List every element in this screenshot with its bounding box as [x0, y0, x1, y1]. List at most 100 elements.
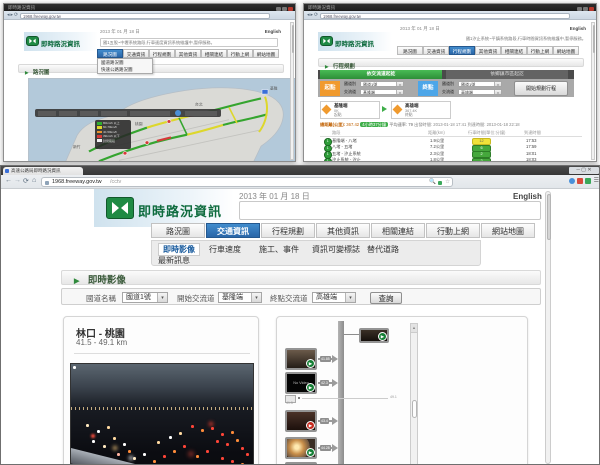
- scale-dot[interactable]: [298, 397, 300, 399]
- map-toolbar[interactable]: [35, 109, 221, 117]
- section-arrow-icon: ▶: [74, 278, 79, 285]
- back-forward-refresh-icons[interactable]: ◂▸⟳: [7, 12, 19, 18]
- english-link[interactable]: English: [570, 26, 586, 31]
- road-camera-thumb[interactable]: [359, 328, 389, 343]
- tab-trip-planning[interactable]: 行程規劃: [261, 223, 315, 238]
- tab-mobile[interactable]: 行動上網: [426, 223, 480, 238]
- waypoint-km: 0K: [334, 109, 339, 113]
- origin-road-select[interactable]: 國道1號▾: [360, 81, 404, 87]
- road-label: 國道名稱: [86, 293, 116, 304]
- address-bar[interactable]: 1968.freeway.gov.tw: [20, 13, 270, 19]
- search-icon[interactable]: 🔍: [429, 179, 436, 185]
- search-button[interactable]: 查詢: [370, 292, 402, 304]
- road-select[interactable]: 國道1號▾: [122, 292, 168, 303]
- page-content: 即時路況資訊 2013 年 01 月 18 日 English 國1汐止系統~平…: [304, 20, 596, 161]
- km-label: 44.28: [320, 445, 331, 451]
- menu-item[interactable]: 國道路況圖: [98, 59, 152, 66]
- tab-other-info[interactable]: 其他資訊: [316, 223, 370, 238]
- cctv-thumb[interactable]: [285, 437, 317, 459]
- translate-icon[interactable]: [438, 181, 442, 185]
- road-line: [338, 321, 344, 465]
- site-name: 即時路況資訊: [335, 38, 374, 48]
- home-icon[interactable]: ⌂: [32, 177, 36, 184]
- submenu-item-speed[interactable]: 行車速度: [209, 244, 241, 255]
- tab-traffic-info[interactable]: 交通資訊: [206, 223, 260, 238]
- plan-submit-button[interactable]: 開始規劃行程: [514, 81, 568, 96]
- refresh-icon[interactable]: ⟳: [23, 177, 29, 185]
- tab-links[interactable]: 相關連結: [371, 223, 425, 238]
- tab-sitemap[interactable]: 網站地圖: [553, 46, 579, 55]
- extension-icon[interactable]: [577, 178, 583, 184]
- tab-trip-planning[interactable]: 行程規劃: [149, 49, 175, 58]
- dest-ic-select[interactable]: 高雄端▾: [458, 89, 502, 95]
- tab-roadmap[interactable]: 路況圖: [97, 49, 123, 58]
- submenu-item-cms[interactable]: 資訊可變標誌: [312, 244, 360, 255]
- tab-traffic-info[interactable]: 交通資訊: [423, 46, 449, 55]
- tab-links[interactable]: 相關連結: [501, 46, 527, 55]
- dropdown-menu: 國道路況圖 快速公路路況圖: [97, 58, 153, 74]
- menu-item[interactable]: 快速公路路況圖: [98, 66, 152, 73]
- tab-mobile[interactable]: 行動上網: [527, 46, 553, 55]
- play-icon[interactable]: [378, 332, 387, 341]
- window-controls[interactable]: ─ ▢ ✕: [569, 167, 599, 174]
- site-logo-band: 即時路況資訊: [94, 189, 234, 227]
- end-ic-label: 終點交流道: [270, 293, 308, 304]
- cctv-image[interactable]: 1042 17:40:01 1S 41.850K 01-18-13: [70, 363, 254, 465]
- address-bar[interactable]: 1968.freeway.gov.tw: [320, 13, 570, 19]
- submenu-item-construction[interactable]: 施工、事件: [259, 244, 299, 255]
- map-legend: 80km/h 以上 60-79km/h 40-59km/h 39km/h 以下 …: [95, 120, 131, 149]
- dest-road-select[interactable]: 國道1號▾: [458, 81, 502, 87]
- traffic-map[interactable]: 基隆 台北 桃園 新竹 80km/h 以上 60-79km/h 40-59km/…: [28, 78, 295, 161]
- page-scrollbar[interactable]: [290, 22, 294, 160]
- scroll-thumb[interactable]: [412, 400, 418, 418]
- plan-tab-by-district[interactable]: 依鄉鎮市區起訖: [446, 70, 568, 79]
- close-icon: [589, 7, 594, 11]
- page-scrollbar[interactable]: [545, 191, 551, 464]
- tab-other-info[interactable]: 其他資訊: [175, 49, 201, 58]
- submenu-item-news[interactable]: 最新訊息: [158, 255, 190, 266]
- window-title: 即時路況資訊: [308, 5, 335, 10]
- window-titlebar[interactable]: 即時路況資訊: [304, 4, 596, 11]
- plan-tab-by-interchange[interactable]: 依交流道起訖: [320, 70, 442, 79]
- window-title: 即時路況資訊: [8, 5, 35, 10]
- browser-tab[interactable]: 高速公路局即時路況資訊: [3, 167, 83, 175]
- tab-other-info[interactable]: 其他資訊: [475, 46, 501, 55]
- back-forward-refresh-icons[interactable]: ◂▸⟳: [307, 12, 319, 18]
- tab-sitemap[interactable]: 網站地圖: [253, 49, 279, 58]
- tab-traffic-info[interactable]: 交通資訊: [123, 49, 149, 58]
- extension-icon[interactable]: [569, 178, 575, 184]
- bookmark-star-icon[interactable]: ☆: [445, 179, 450, 185]
- page-scrollbar[interactable]: [591, 22, 595, 160]
- tab-roadmap[interactable]: 路況圖: [151, 223, 205, 238]
- window-titlebar[interactable]: 即時路況資訊: [4, 4, 295, 11]
- play-icon[interactable]: [306, 383, 315, 392]
- tab-sitemap[interactable]: 網站地圖: [481, 223, 535, 238]
- browser-toolbar: ← → ⟳ ⌂ 1968.freeway.gov.tw /cctv 🔍 ☆ ☰: [1, 175, 600, 189]
- list-scrollbar[interactable]: ▲: [410, 323, 418, 465]
- extension-icon[interactable]: [585, 178, 591, 184]
- tab-mobile[interactable]: 行動上網: [227, 49, 253, 58]
- forward-icon[interactable]: →: [14, 177, 21, 184]
- km-label: 43.4: [320, 418, 329, 424]
- freeway-shield-icon: 1: [324, 158, 332, 162]
- english-link[interactable]: English: [265, 29, 281, 34]
- scroll-up-icon[interactable]: ▲: [411, 324, 417, 333]
- menu-icon[interactable]: ☰: [594, 177, 599, 184]
- end-ic-select[interactable]: 高雄端▾: [312, 292, 356, 303]
- start-ic-select[interactable]: 基隆端▾: [218, 292, 262, 303]
- address-bar[interactable]: 1968.freeway.gov.tw /cctv 🔍 ☆: [41, 177, 453, 187]
- destination-tag: 終點: [418, 81, 438, 96]
- submenu-item-alt-roads[interactable]: 替代道路: [367, 244, 399, 255]
- tab-roadmap[interactable]: 路況圖: [397, 46, 423, 55]
- cctv-thumb[interactable]: [285, 348, 317, 370]
- back-icon[interactable]: ←: [5, 177, 12, 184]
- tab-trip-planning[interactable]: 行程規劃: [449, 46, 475, 55]
- tab-links[interactable]: 相關連結: [201, 49, 227, 58]
- english-link[interactable]: English: [513, 192, 542, 201]
- cctv-thumb-no-video[interactable]: No Video: [285, 372, 317, 394]
- cctv-thumb[interactable]: [285, 410, 317, 432]
- play-icon[interactable]: [306, 421, 315, 430]
- play-icon[interactable]: [306, 359, 315, 368]
- play-icon[interactable]: [306, 448, 315, 457]
- origin-ic-select[interactable]: 基隆端▾: [360, 89, 404, 95]
